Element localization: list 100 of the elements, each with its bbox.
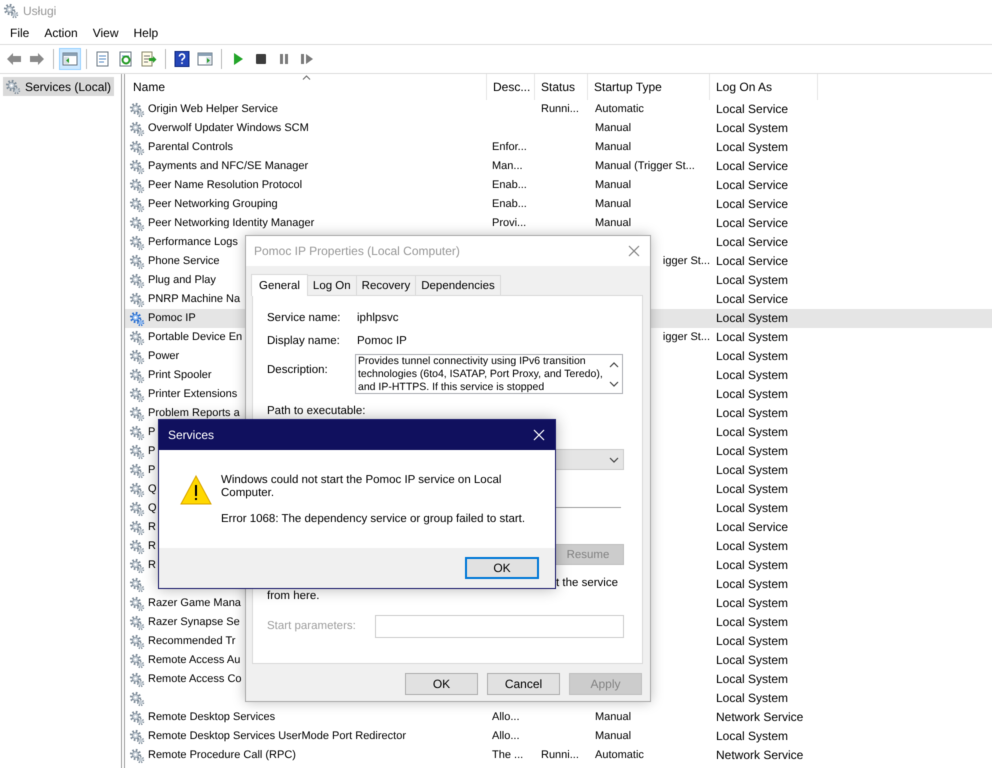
service-name: R [148, 559, 156, 571]
description-cell: Enfor... [492, 141, 527, 153]
log-on-as-cell: Local Service [716, 520, 788, 534]
startup-type-cell: Manual [595, 217, 632, 229]
service-name: P [148, 426, 156, 438]
log-on-as-cell: Local Service [716, 254, 788, 268]
field-label: Start parameters: [267, 620, 356, 632]
log-on-as-cell: Local Service [716, 178, 788, 192]
log-on-as-cell: Local System [716, 691, 788, 705]
service-name: Remote Procedure Call (RPC) [148, 749, 296, 761]
startup-type-cell: igger St... [662, 255, 710, 267]
description-cell: Provi... [492, 217, 526, 229]
log-on-as-cell: Local System [716, 349, 788, 363]
service-name: Peer Networking Identity Manager [148, 217, 314, 229]
service-name: PNRP Machine Na [148, 293, 240, 305]
service-name: Q [148, 483, 157, 495]
service-name: Remote Desktop Services [148, 711, 276, 723]
error-detail: Error 1068: The dependency service or group failed to start. [221, 513, 526, 525]
startup-type-cell: Manual (Trigger St... [595, 160, 695, 172]
log-on-as-cell: Local System [716, 463, 788, 477]
service-name: Plug and Play [148, 274, 216, 286]
dialog-title: Services [168, 428, 214, 442]
service-name: Razer Game Mana [148, 597, 241, 609]
field-label: Display name: [267, 335, 341, 347]
log-on-as-cell: Local System [716, 425, 788, 439]
log-on-as-cell: Local System [716, 140, 788, 154]
startup-type-cell: Manual [595, 730, 632, 742]
service-name: Peer Networking Grouping [148, 198, 278, 210]
log-on-as-cell: Local System [716, 539, 788, 553]
log-on-as-cell: Local System [716, 729, 788, 743]
service-name: Payments and NFC/SE Manager [148, 160, 308, 172]
service-name: Peer Name Resolution Protocol [148, 179, 302, 191]
startup-type-cell: Manual [595, 711, 632, 723]
service-name: Razer Synapse Se [148, 616, 240, 628]
service-name: Printer Extensions [148, 388, 238, 400]
hint-text: from here. [267, 590, 320, 602]
hint-text: t the service [556, 577, 618, 589]
service-name: Phone Service [148, 255, 220, 267]
service-name: Pomoc IP [148, 312, 196, 324]
service-name: Q [148, 502, 157, 514]
log-on-as-cell: Local System [716, 615, 788, 629]
service-name: R [148, 540, 156, 552]
log-on-as-cell: Local System [716, 653, 788, 667]
description-cell: Man... [492, 160, 523, 172]
dialog-title: Pomoc IP Properties (Local Computer) [254, 244, 460, 258]
service-name: Remote Access Co [148, 673, 242, 685]
log-on-as-cell: Local System [716, 330, 788, 344]
log-on-as-cell: Local System [716, 368, 788, 382]
service-name: Parental Controls [148, 141, 233, 153]
status-cell: Runni... [541, 103, 579, 115]
window-title: Usługi [23, 4, 56, 18]
field-label: Path to executable: [267, 405, 366, 417]
service-name: P [148, 464, 156, 476]
startup-type-cell: Manual [595, 141, 632, 153]
log-on-as-cell: Local System [716, 273, 788, 287]
log-on-as-cell: Local Service [716, 102, 788, 116]
service-name: Problem Reports a [148, 407, 240, 419]
status-cell: Runni... [541, 749, 579, 761]
service-name: Recommended Tr [148, 635, 236, 647]
log-on-as-cell: Local System [716, 311, 788, 325]
log-on-as-cell: Local System [716, 577, 788, 591]
log-on-as-cell: Local System [716, 672, 788, 686]
log-on-as-cell: Local System [716, 558, 788, 572]
field-value: iphlpsvc [357, 312, 399, 324]
log-on-as-cell: Local Service [716, 197, 788, 211]
service-name: Power [148, 350, 180, 362]
field-label: Description: [267, 363, 329, 376]
log-on-as-cell: Local Service [716, 216, 788, 230]
log-on-as-cell: Local System [716, 482, 788, 496]
service-name: Remote Desktop Services UserMode Port Redirector [148, 730, 406, 742]
log-on-as-cell: Network Service [716, 710, 804, 724]
log-on-as-cell: Local System [716, 596, 788, 610]
service-name: P [148, 445, 156, 457]
log-on-as-cell: Local System [716, 444, 788, 458]
startup-type-cell: Automatic [595, 749, 644, 761]
service-name: Print Spooler [148, 369, 212, 381]
service-name: Origin Web Helper Service [148, 103, 278, 115]
service-name: Performance Logs [148, 236, 238, 248]
log-on-as-cell: Local System [716, 634, 788, 648]
log-on-as-cell: Local System [716, 387, 788, 401]
description-cell: Allo... [492, 711, 520, 723]
description-cell: The ... [492, 749, 524, 761]
startup-type-cell: Manual [595, 179, 632, 191]
service-name: R [148, 521, 156, 533]
error-message: Windows could not start the Pomoc IP service on Local Computer. [221, 474, 502, 500]
description-cell: Enab... [492, 198, 527, 210]
description-cell: Enab... [492, 179, 527, 191]
log-on-as-cell: Local System [716, 406, 788, 420]
log-on-as-cell: Local System [716, 121, 788, 135]
startup-type-cell: Manual [595, 198, 632, 210]
startup-type-cell: Automatic [595, 103, 644, 115]
description-cell: Allo... [492, 730, 520, 742]
startup-type-cell: igger St... [662, 331, 710, 343]
field-value: Pomoc IP [357, 335, 407, 347]
log-on-as-cell: Local Service [716, 159, 788, 173]
startup-type-cell: Manual [595, 122, 632, 134]
service-name: Remote Access Au [148, 654, 240, 666]
log-on-as-cell: Local Service [716, 235, 788, 249]
service-name: Portable Device En [148, 331, 242, 343]
log-on-as-cell: Local Service [716, 292, 788, 306]
